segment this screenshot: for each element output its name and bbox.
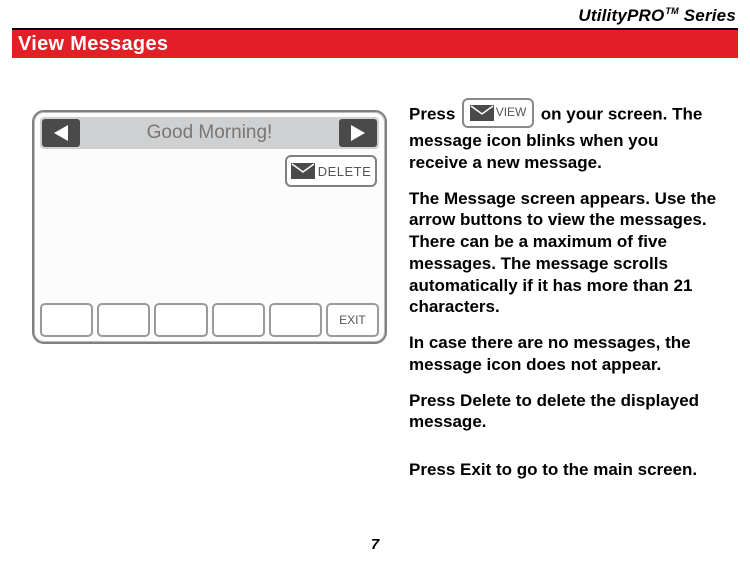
instructions-column: Press VIEW on your screen. The message i… (409, 100, 718, 531)
thermostat-screen: Good Morning! DELETE EXIT (32, 110, 387, 344)
section-title: View Messages (18, 33, 168, 56)
thermostat-header: Good Morning! (40, 117, 379, 149)
p1-text-a: Press (409, 104, 460, 123)
p4-text-a: Press (409, 391, 460, 410)
series-suffix: Series (679, 6, 736, 25)
section-header-bar: View Messages (12, 30, 738, 58)
illustration-column: Good Morning! DELETE EXIT (32, 100, 387, 531)
soft-button-3[interactable] (154, 303, 207, 337)
soft-button-5[interactable] (269, 303, 322, 337)
soft-button-2[interactable] (97, 303, 150, 337)
exit-button[interactable]: EXIT (326, 303, 379, 337)
instruction-paragraph-2: The Message screen appears. Use the arro… (409, 188, 718, 319)
envelope-icon (291, 163, 315, 179)
exit-label: EXIT (339, 313, 366, 327)
content-area: Good Morning! DELETE EXIT (32, 100, 718, 531)
series-name: UtilityPRO (578, 6, 664, 25)
triangle-right-icon (351, 125, 365, 141)
next-arrow-button[interactable] (339, 119, 377, 147)
series-title: UtilityPROTM Series (578, 6, 736, 26)
prev-arrow-button[interactable] (42, 119, 80, 147)
delete-label: DELETE (318, 164, 372, 179)
soft-button-4[interactable] (212, 303, 265, 337)
view-button[interactable]: VIEW (462, 98, 534, 128)
instruction-paragraph-5: Press Exit to go to the main screen. (409, 459, 718, 481)
p5-strong: Exit (460, 460, 491, 479)
instruction-paragraph-3: In case there are no messages, the messa… (409, 332, 718, 376)
thermostat-message-text: Good Morning! (147, 122, 273, 144)
envelope-icon (470, 105, 494, 121)
p5-text-a: Press (409, 460, 460, 479)
p4-strong: Delete (460, 391, 511, 410)
page-number: 7 (0, 536, 750, 553)
instruction-paragraph-1: Press VIEW on your screen. The message i… (409, 100, 718, 174)
p5-text-b: to go to the main screen. (491, 460, 697, 479)
soft-button-1[interactable] (40, 303, 93, 337)
triangle-left-icon (54, 125, 68, 141)
delete-button[interactable]: DELETE (285, 155, 377, 187)
thermostat-footer: EXIT (40, 303, 379, 337)
instruction-paragraph-4: Press Delete to delete the displayed mes… (409, 390, 718, 434)
trademark: TM (665, 6, 678, 16)
view-label: VIEW (496, 105, 527, 120)
